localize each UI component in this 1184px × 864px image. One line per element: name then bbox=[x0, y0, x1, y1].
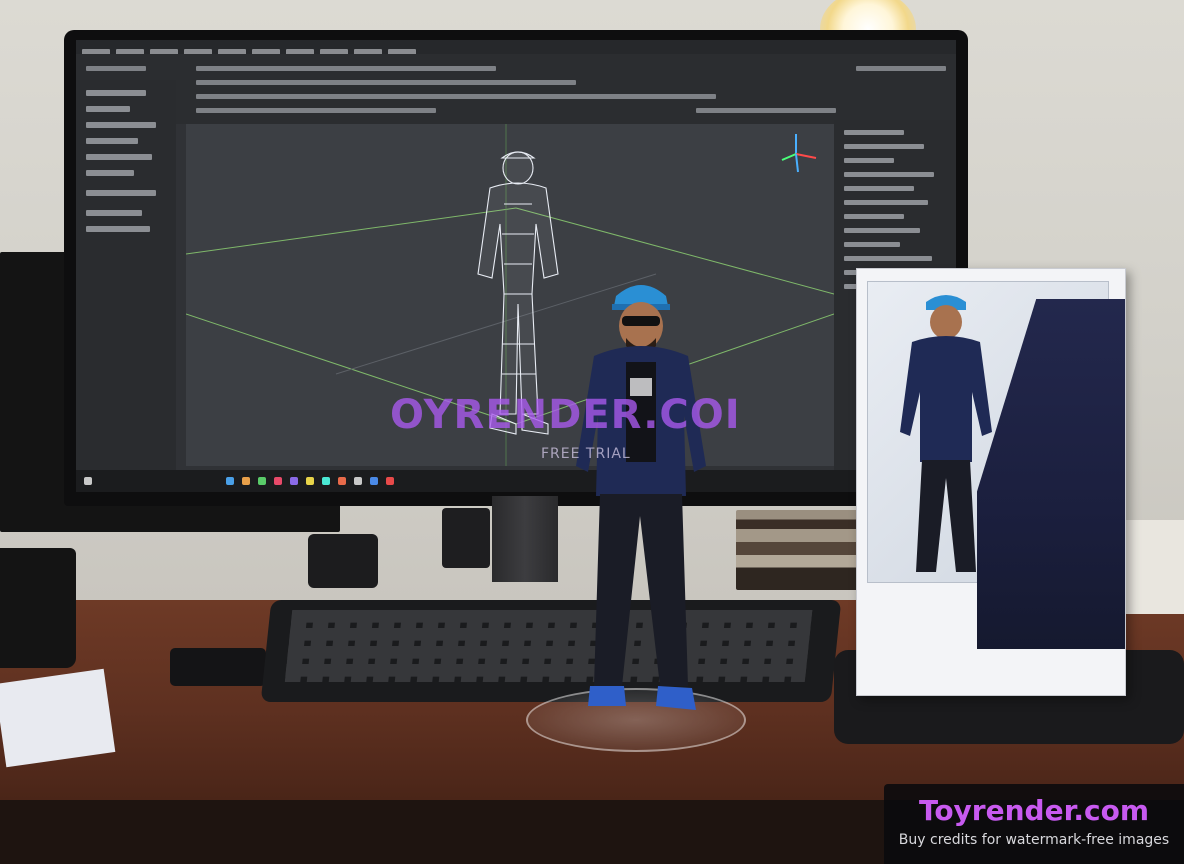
sticky-note-pad bbox=[1126, 520, 1184, 614]
black-mug bbox=[0, 548, 76, 668]
software-menu-bar bbox=[76, 40, 956, 55]
black-device bbox=[442, 508, 490, 568]
badge-subtitle: Buy credits for watermark-free images bbox=[898, 832, 1170, 848]
small-speaker bbox=[308, 534, 378, 588]
watermark-subtitle: FREE TRIAL bbox=[541, 446, 631, 462]
os-taskbar bbox=[76, 470, 956, 492]
figurine-person bbox=[576, 285, 706, 710]
stacked-books bbox=[736, 510, 858, 590]
software-toolbar bbox=[76, 54, 956, 124]
axis-gizmo-icon bbox=[781, 134, 817, 173]
monitor-stand bbox=[492, 496, 558, 582]
keyboard bbox=[260, 600, 842, 702]
paper-sheet bbox=[0, 668, 116, 768]
badge-site-name[interactable]: Toyrender.com bbox=[884, 794, 1184, 827]
promo-badge: Toyrender.com Buy credits for watermark-… bbox=[884, 784, 1184, 864]
watermark-main: OYRENDER.COI bbox=[390, 392, 741, 438]
desk-photo-scene: OYRENDER.COI FREE TRIAL Toyrender.com Bu… bbox=[0, 0, 1184, 864]
figurine-box bbox=[856, 268, 1126, 696]
outliner-left-panel bbox=[76, 80, 176, 470]
numeric-keypad bbox=[170, 648, 266, 686]
